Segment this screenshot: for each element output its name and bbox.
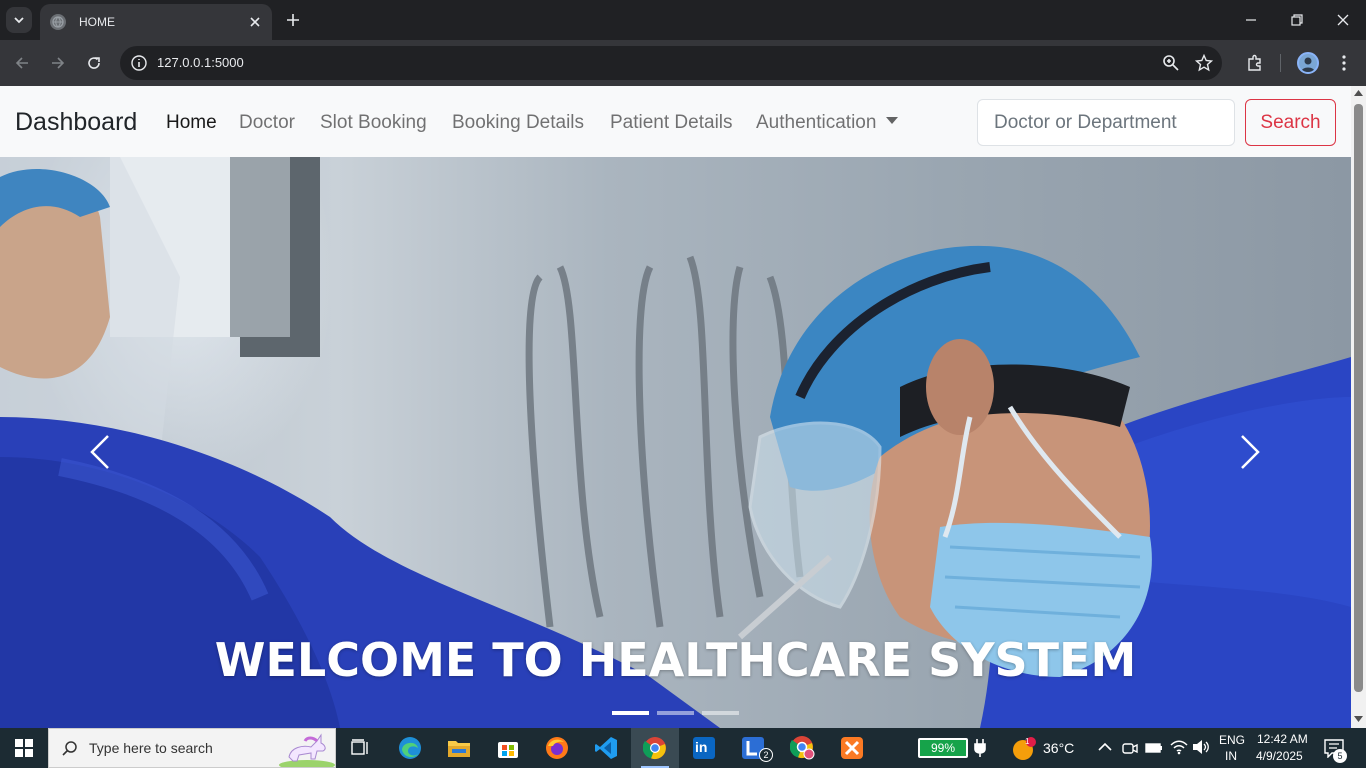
hero-carousel: WELCOME TO HEALTHCARE SYSTEM: [0, 157, 1351, 728]
carousel-indicator-3[interactable]: [702, 711, 739, 715]
back-icon[interactable]: [10, 51, 34, 75]
windows-start-button[interactable]: [0, 728, 48, 768]
nav-link-booking-details[interactable]: Booking Details: [452, 112, 584, 134]
close-tab-icon[interactable]: [246, 13, 264, 31]
firefox-icon[interactable]: [533, 728, 581, 768]
temperature-text: 36°C: [1043, 740, 1075, 756]
carousel-indicator-1[interactable]: [612, 711, 649, 715]
zoom-icon[interactable]: [1162, 54, 1180, 72]
file-explorer-icon[interactable]: [435, 728, 483, 768]
weather-badge: 1: [1025, 737, 1030, 746]
minimize-icon[interactable]: [1228, 0, 1274, 40]
search-button[interactable]: Search: [1245, 99, 1336, 146]
caret-down-icon: [886, 117, 899, 124]
windows-logo-icon: [15, 739, 33, 757]
extensions-icon[interactable]: [1244, 52, 1266, 74]
language-text[interactable]: ENG: [1219, 733, 1245, 747]
meet-now-icon[interactable]: [1122, 740, 1138, 756]
url-text: 127.0.0.1:5000: [157, 55, 244, 70]
clock-time[interactable]: 12:42 AM: [1257, 732, 1308, 746]
kebab-menu-icon[interactable]: [1333, 52, 1355, 74]
carousel-caption: WELCOME TO HEALTHCARE SYSTEM: [214, 633, 1137, 687]
browser-tab[interactable]: HOME: [40, 4, 272, 40]
linkedin-icon[interactable]: in: [680, 728, 728, 768]
region-text[interactable]: IN: [1225, 749, 1237, 763]
forward-icon[interactable]: [46, 51, 70, 75]
dropdown-label: Authentication: [756, 112, 877, 133]
clock-date[interactable]: 4/9/2025: [1256, 749, 1303, 763]
navbar: Dashboard Home Doctor Slot Booking Booki…: [0, 86, 1351, 157]
battery-indicator[interactable]: 99%: [918, 738, 968, 758]
scroll-up-icon[interactable]: [1354, 90, 1363, 96]
battery-tray-icon[interactable]: [1145, 740, 1163, 756]
chevron-left-icon: [90, 435, 109, 469]
browser-toolbar: 127.0.0.1:5000: [0, 40, 1366, 86]
search-input[interactable]: [977, 99, 1235, 146]
volume-icon[interactable]: [1192, 739, 1210, 755]
carousel-prev-button[interactable]: [80, 427, 120, 477]
browser-tab-strip: HOME: [0, 0, 1366, 40]
carousel-indicator-2[interactable]: [657, 711, 694, 715]
bookmark-star-icon[interactable]: [1195, 54, 1213, 72]
notification-count: 5: [1333, 749, 1347, 763]
reload-icon[interactable]: [82, 51, 106, 75]
xampp-icon[interactable]: [828, 728, 876, 768]
weather-sun-icon[interactable]: [1012, 737, 1036, 761]
tab-search-button[interactable]: [6, 7, 32, 33]
wifi-icon[interactable]: [1170, 739, 1188, 755]
plug-icon: [974, 739, 986, 757]
taskbar-search-box[interactable]: Type here to search: [48, 728, 336, 768]
search-icon: [62, 741, 77, 756]
tab-title: HOME: [79, 15, 115, 29]
unicorn-icon: [279, 733, 335, 767]
linkedin-label: in: [695, 739, 708, 755]
nav-link-patient-details[interactable]: Patient Details: [610, 112, 733, 134]
l-app-icon[interactable]: 2: [729, 728, 777, 768]
nav-dropdown-authentication[interactable]: Authentication: [756, 112, 899, 134]
carousel-next-button[interactable]: [1230, 427, 1270, 477]
restore-icon[interactable]: [1274, 0, 1320, 40]
page-scrollbar[interactable]: [1351, 86, 1366, 728]
nav-link-slot-booking[interactable]: Slot Booking: [320, 112, 427, 134]
new-tab-icon[interactable]: [282, 9, 304, 31]
nav-link-home[interactable]: Home: [166, 112, 217, 134]
close-window-icon[interactable]: [1320, 0, 1366, 40]
scroll-down-icon[interactable]: [1354, 716, 1363, 722]
chevron-right-icon: [1241, 435, 1260, 469]
chevron-down-icon: [14, 17, 24, 24]
taskbar-search-placeholder: Type here to search: [89, 740, 213, 756]
edge-icon[interactable]: [386, 728, 434, 768]
page-viewport: Dashboard Home Doctor Slot Booking Booki…: [0, 86, 1351, 728]
chrome-icon[interactable]: [631, 728, 679, 768]
microsoft-store-icon[interactable]: [484, 728, 532, 768]
nav-link-doctor[interactable]: Doctor: [239, 112, 295, 134]
chrome-profile-icon[interactable]: [779, 728, 827, 768]
vscode-icon[interactable]: [582, 728, 630, 768]
l-app-badge: 2: [759, 748, 773, 762]
carousel-indicators: [612, 711, 739, 715]
toolbar-divider: [1280, 54, 1281, 72]
navbar-brand[interactable]: Dashboard: [15, 108, 137, 137]
address-bar[interactable]: 127.0.0.1:5000: [120, 46, 1222, 80]
chevron-up-icon[interactable]: [1098, 742, 1112, 752]
scroll-thumb[interactable]: [1354, 104, 1363, 692]
site-info-icon[interactable]: [130, 54, 148, 72]
windows-taskbar: Type here to search in 2 99% 1 36°C ENG …: [0, 728, 1366, 768]
profile-avatar[interactable]: [1297, 52, 1319, 74]
task-view-icon[interactable]: [336, 728, 384, 768]
globe-icon: [50, 14, 66, 30]
